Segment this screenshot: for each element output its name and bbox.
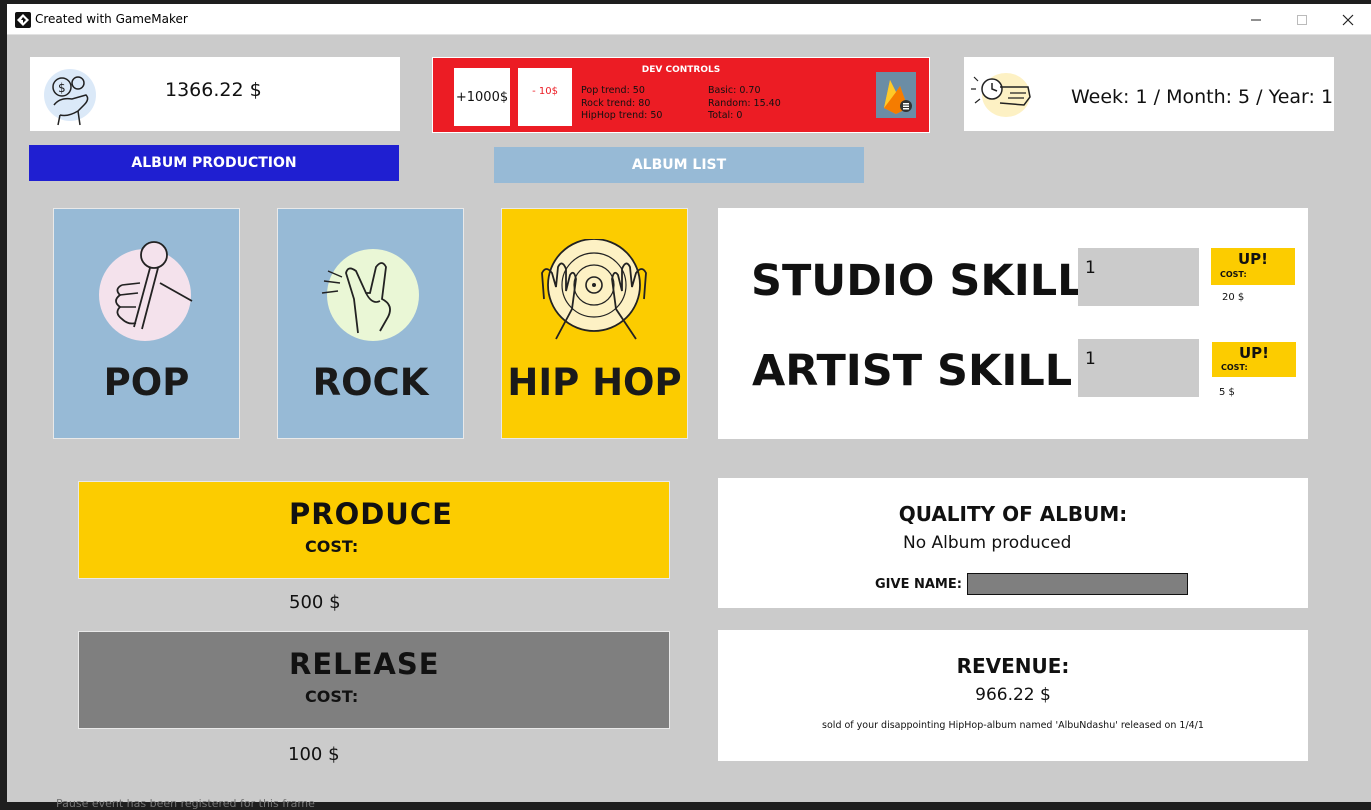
studio-cost-label: COST:	[1220, 270, 1247, 279]
gamemaker-logo-icon	[15, 12, 31, 28]
artist-skill-level: 1	[1078, 339, 1199, 397]
basic-score-text: Basic: 0.70	[708, 85, 761, 96]
genre-pop-label: POP	[103, 361, 190, 404]
revenue-value: 966.22 $	[975, 685, 1051, 705]
subtract-money-button[interactable]: - 10$	[518, 68, 572, 126]
release-button[interactable]: RELEASE COST:	[78, 631, 670, 729]
window-title: Created with GameMaker	[35, 12, 188, 26]
album-production-button[interactable]: ALBUM PRODUCTION	[29, 145, 399, 181]
total-score-text: Total: 0	[708, 110, 743, 121]
money-panel: $ 1366.22 $	[30, 57, 400, 131]
revenue-message: sold of your disappointing HipHop-album …	[822, 720, 1204, 731]
date-panel: Week: 1 / Month: 5 / Year: 1	[964, 57, 1334, 131]
studio-skill-cost: 20 $	[1222, 292, 1245, 303]
quality-panel: QUALITY OF ALBUM: No Album produced GIVE…	[718, 478, 1308, 608]
close-icon	[1342, 14, 1354, 25]
revenue-panel: REVENUE: 966.22 $ sold of your disappoin…	[718, 630, 1308, 761]
vinyl-hands-icon	[541, 239, 647, 340]
studio-skill-level: 1	[1078, 248, 1199, 306]
hiphop-trend-text: HipHop trend: 50	[581, 110, 663, 121]
genre-rock-label: ROCK	[312, 361, 429, 404]
produce-button[interactable]: PRODUCE COST:	[78, 481, 670, 579]
random-score-text: Random: 15.40	[708, 97, 781, 109]
revenue-title: REVENUE:	[956, 654, 1070, 678]
studio-skill-label: STUDIO SKILL	[751, 256, 1085, 306]
artist-skill-cost: 5 $	[1219, 387, 1235, 398]
pop-trend-text: Pop trend: 50	[581, 85, 645, 96]
genre-hiphop-button[interactable]: HIP HOP	[501, 208, 688, 439]
close-button[interactable]	[1325, 4, 1371, 35]
firebase-icon[interactable]	[876, 72, 916, 118]
artist-skill-label: ARTIST SKILL	[752, 346, 1073, 396]
album-list-button[interactable]: ALBUM LIST	[494, 147, 864, 183]
artist-up-label: UP!	[1238, 344, 1269, 362]
genre-pop-button[interactable]: POP	[53, 208, 240, 439]
coin-hand-icon: $	[44, 69, 96, 126]
quality-value: No Album produced	[903, 533, 1072, 553]
give-name-label: GIVE NAME:	[875, 577, 962, 592]
produce-label: PRODUCE	[289, 497, 453, 531]
genre-hiphop-label: HIP HOP	[507, 361, 682, 404]
rock-hand-icon	[321, 249, 419, 341]
rock-trend-text: Rock trend: 80	[581, 97, 651, 109]
add-money-button[interactable]: +1000$	[454, 68, 510, 126]
release-label: RELEASE	[289, 647, 440, 681]
release-cost-label: COST:	[305, 687, 359, 706]
artist-skill-up-button[interactable]: UP! COST:	[1212, 342, 1296, 377]
studio-up-label: UP!	[1237, 250, 1268, 268]
release-price: 100 $	[288, 744, 340, 765]
console-message: Pause event has been registered for this…	[56, 797, 315, 810]
quality-title: QUALITY OF ALBUM:	[898, 502, 1128, 526]
produce-cost-label: COST:	[305, 537, 359, 556]
studio-skill-up-button[interactable]: UP! COST:	[1211, 248, 1295, 285]
title-bar: Created with GameMaker	[7, 4, 1371, 35]
maximize-button[interactable]	[1279, 4, 1325, 35]
maximize-icon	[1297, 14, 1307, 25]
minimize-icon	[1251, 19, 1261, 20]
score-info: Basic: 0.70 Random: 15.40 Total: 0	[708, 85, 781, 123]
genre-rock-button[interactable]: ROCK	[277, 208, 464, 439]
trend-info: Pop trend: 50 Rock trend: 80 HipHop tren…	[581, 85, 662, 123]
date-text: Week: 1 / Month: 5 / Year: 1	[1071, 86, 1334, 108]
game-window: Created with GameMaker $ 1366.22 $ DEV C…	[7, 4, 1371, 802]
svg-text:$: $	[58, 81, 66, 95]
skills-panel: STUDIO SKILL 1 UP! COST: 20 $ ARTIST SKI…	[718, 208, 1308, 439]
artist-cost-label: COST:	[1221, 363, 1248, 372]
album-name-input[interactable]	[967, 573, 1188, 595]
money-value: 1366.22 $	[165, 79, 262, 101]
microphone-hand-icon	[99, 241, 193, 341]
watch-hand-icon	[971, 73, 1031, 117]
minimize-button[interactable]	[1233, 4, 1279, 35]
produce-price: 500 $	[289, 592, 341, 613]
dev-controls-panel: DEV CONTROLS +1000$ - 10$ Pop trend: 50 …	[432, 57, 930, 133]
